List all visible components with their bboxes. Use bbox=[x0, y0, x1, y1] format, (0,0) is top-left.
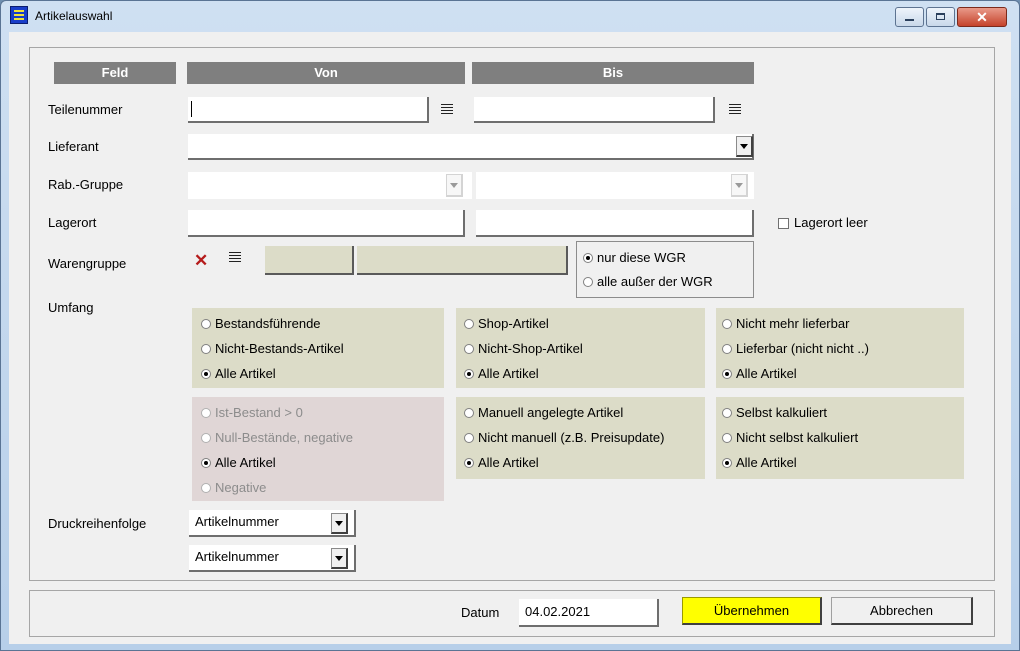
chevron-down-icon bbox=[740, 144, 748, 149]
druckreihenfolge-second-button[interactable] bbox=[331, 548, 348, 569]
teilenummer-label: Teilenummer bbox=[48, 102, 123, 117]
dialog-client-area: Feld Von Bis Teilenummer Lieferant Rab.-… bbox=[9, 32, 1011, 644]
radio-icon bbox=[201, 408, 211, 418]
datum-label: Datum bbox=[461, 605, 500, 620]
umfang-option[interactable]: Manuell angelegte Artikel bbox=[464, 405, 623, 420]
umfang-option[interactable]: Bestandsführende bbox=[201, 316, 321, 331]
umfang-option[interactable]: Shop-Artikel bbox=[464, 316, 549, 331]
umfang-option[interactable]: Nicht-Bestands-Artikel bbox=[201, 341, 344, 356]
radio-icon bbox=[583, 277, 593, 287]
radio-icon bbox=[464, 344, 474, 354]
chevron-down-icon bbox=[335, 556, 343, 561]
lines-icon[interactable] bbox=[441, 104, 453, 115]
radio-selected-icon bbox=[464, 458, 474, 468]
lagerort-label: Lagerort bbox=[48, 215, 97, 230]
wgr-option-nur-diese[interactable]: nur diese WGR bbox=[583, 250, 686, 265]
radio-selected-icon bbox=[583, 253, 593, 263]
minimize-button[interactable] bbox=[895, 7, 924, 27]
lieferant-dropdown[interactable] bbox=[188, 134, 754, 160]
lagerort-von-input[interactable] bbox=[188, 210, 465, 237]
chevron-down-icon bbox=[735, 183, 743, 188]
umfang-option[interactable]: Alle Artikel bbox=[201, 366, 276, 381]
druckreihenfolge-first-button[interactable] bbox=[331, 513, 348, 534]
warengruppe-von-field[interactable] bbox=[265, 246, 354, 275]
radio-icon bbox=[201, 483, 211, 493]
radio-icon bbox=[464, 319, 474, 329]
maximize-icon bbox=[936, 13, 945, 20]
lines-icon bbox=[10, 6, 28, 24]
uebernehmen-button[interactable]: Übernehmen bbox=[682, 597, 822, 625]
druckreihenfolge-label: Druckreihenfolge bbox=[48, 516, 147, 531]
radio-selected-icon bbox=[464, 369, 474, 379]
radio-icon bbox=[201, 433, 211, 443]
umfang-option[interactable]: Nicht manuell (z.B. Preisupdate) bbox=[464, 430, 664, 445]
window-title: Artikelauswahl bbox=[35, 9, 113, 23]
lieferant-label: Lieferant bbox=[48, 139, 99, 154]
radio-icon bbox=[201, 344, 211, 354]
lines-icon[interactable] bbox=[729, 104, 741, 115]
radio-selected-icon bbox=[722, 369, 732, 379]
teilenummer-bis-input[interactable] bbox=[474, 97, 715, 123]
abbrechen-button[interactable]: Abbrechen bbox=[831, 597, 973, 625]
chevron-down-icon bbox=[450, 183, 458, 188]
umfang-option[interactable]: Nicht mehr lieferbar bbox=[722, 316, 849, 331]
chevron-down-icon bbox=[335, 521, 343, 526]
umfang-label: Umfang bbox=[48, 300, 94, 315]
radio-icon bbox=[464, 433, 474, 443]
title-bar[interactable]: Artikelauswahl ✕ bbox=[1, 1, 1019, 31]
radio-selected-icon bbox=[201, 369, 211, 379]
wgr-option-alle-ausser[interactable]: alle außer der WGR bbox=[583, 274, 713, 289]
radio-icon bbox=[722, 344, 732, 354]
lagerort-bis-input[interactable] bbox=[476, 210, 754, 237]
umfang-option-disabled: Null-Bestände, negative bbox=[201, 430, 353, 445]
radio-icon bbox=[464, 408, 474, 418]
warengruppe-label: Warengruppe bbox=[48, 256, 127, 271]
radio-icon bbox=[722, 408, 732, 418]
header-feld: Feld bbox=[54, 62, 176, 84]
datum-input[interactable]: 04.02.2021 bbox=[519, 599, 659, 627]
umfang-option[interactable]: Alle Artikel bbox=[722, 366, 797, 381]
warengruppe-bis-field[interactable] bbox=[357, 246, 568, 275]
radio-icon bbox=[201, 319, 211, 329]
maximize-button[interactable] bbox=[926, 7, 955, 27]
umfang-option[interactable]: Nicht selbst kalkuliert bbox=[722, 430, 858, 445]
artikelauswahl-window: Artikelauswahl ✕ Feld Von Bis Teilenumme… bbox=[0, 0, 1020, 651]
text-cursor bbox=[191, 101, 192, 117]
umfang-option-disabled: Ist-Bestand > 0 bbox=[201, 405, 303, 420]
radio-icon bbox=[722, 319, 732, 329]
radio-icon bbox=[722, 433, 732, 443]
delete-icon[interactable]: ✕ bbox=[194, 252, 208, 269]
umfang-option[interactable]: Alle Artikel bbox=[722, 455, 797, 470]
rab-gruppe-von-dropdown[interactable] bbox=[188, 172, 472, 199]
header-von: Von bbox=[187, 62, 465, 84]
umfang-option-disabled: Negative bbox=[201, 480, 266, 495]
header-bis: Bis bbox=[472, 62, 754, 84]
lieferant-dropdown-button[interactable] bbox=[736, 136, 753, 157]
lagerort-leer-checkbox[interactable] bbox=[778, 218, 789, 229]
umfang-option[interactable]: Selbst kalkuliert bbox=[722, 405, 827, 420]
umfang-option[interactable]: Alle Artikel bbox=[201, 455, 276, 470]
umfang-option[interactable]: Alle Artikel bbox=[464, 366, 539, 381]
lagerort-leer-label: Lagerort leer bbox=[794, 215, 868, 230]
rab-gruppe-label: Rab.-Gruppe bbox=[48, 177, 124, 192]
radio-selected-icon bbox=[201, 458, 211, 468]
close-button[interactable]: ✕ bbox=[957, 7, 1007, 27]
teilenummer-von-input[interactable] bbox=[188, 97, 429, 123]
radio-selected-icon bbox=[722, 458, 732, 468]
umfang-option[interactable]: Alle Artikel bbox=[464, 455, 539, 470]
umfang-option[interactable]: Lieferbar (nicht nicht ..) bbox=[722, 341, 869, 356]
umfang-option[interactable]: Nicht-Shop-Artikel bbox=[464, 341, 583, 356]
close-icon: ✕ bbox=[976, 9, 988, 25]
lines-icon[interactable] bbox=[229, 252, 241, 263]
minimize-icon bbox=[905, 19, 914, 21]
rab-gruppe-bis-dropdown-button[interactable] bbox=[731, 174, 748, 197]
rab-gruppe-von-dropdown-button[interactable] bbox=[446, 174, 463, 197]
rab-gruppe-bis-dropdown[interactable] bbox=[476, 172, 754, 199]
